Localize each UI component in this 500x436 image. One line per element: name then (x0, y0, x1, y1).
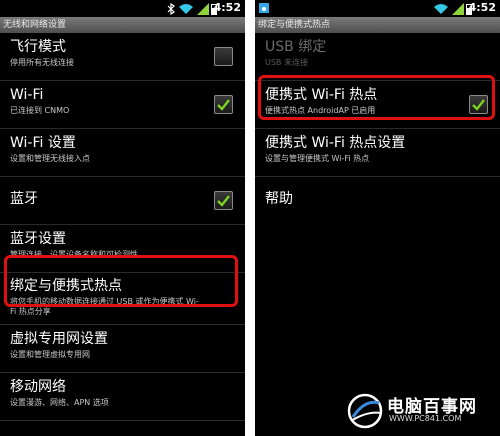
watermark: 电脑百事网 WWW.PC841.COM (345, 391, 495, 431)
wifi-icon (434, 4, 448, 14)
list-item-bluetooth-settings[interactable]: 蓝牙设置 管理连接、设置设备名称和可检测性 (0, 225, 245, 273)
settings-list: USB 绑定 USB 未连接 便携式 Wi-Fi 热点 便携式热点 Androi… (255, 33, 500, 225)
list-item-portable-hotspot[interactable]: 便携式 Wi-Fi 热点 便携式热点 AndroidAP 已启用 (255, 81, 500, 129)
settings-list: 飞行模式 停用所有无线连接 Wi-Fi 已连接到 CNMO Wi-Fi 设置 设… (0, 33, 245, 421)
list-item-usb-tethering: USB 绑定 USB 未连接 (255, 33, 500, 81)
page-title: 无线和网络设置 (0, 17, 245, 33)
item-title: 绑定与便携式热点 (10, 278, 122, 294)
status-bar: 4:52 (255, 0, 500, 17)
item-title: 蓝牙 (10, 191, 38, 207)
wifi-checkbox[interactable] (214, 95, 233, 114)
item-summary: 管理连接、设置设备名称和可检测性 (10, 250, 138, 259)
list-item-airplane-mode[interactable]: 飞行模式 停用所有无线连接 (0, 33, 245, 81)
item-title: Wi-Fi (10, 87, 44, 103)
list-item-hotspot-settings[interactable]: 便携式 Wi-Fi 热点设置 设置与管理便携式 Wi-Fi 热点 (255, 129, 500, 177)
signal-icon (197, 3, 209, 15)
bluetooth-checkbox[interactable] (214, 191, 233, 210)
watermark-logo-icon (347, 393, 383, 429)
page-title: 绑定与便携式热点 (255, 17, 500, 33)
usb-hotspot-icon (259, 3, 269, 13)
item-title: 移动网络 (10, 379, 66, 395)
item-title: USB 绑定 (265, 39, 327, 55)
wifi-icon (179, 4, 193, 14)
list-item-wifi[interactable]: Wi-Fi 已连接到 CNMO (0, 81, 245, 129)
status-bar: 4:52 (0, 0, 245, 17)
status-time: 4:52 (213, 1, 241, 14)
item-summary: 将您手机的移动数据连接通过 USB 或作为便携式 Wi-Fi 热点分享 (10, 297, 199, 316)
status-time: 4:52 (468, 1, 496, 14)
right-screen: 4:52 绑定与便携式热点 USB 绑定 USB 未连接 便携式 Wi-Fi 热… (255, 0, 500, 436)
item-title: 便携式 Wi-Fi 热点 (265, 87, 378, 103)
bluetooth-icon (167, 3, 175, 15)
item-title: 虚拟专用网设置 (10, 331, 108, 347)
signal-icon (452, 3, 464, 15)
item-summary: 便携式热点 AndroidAP 已启用 (265, 106, 376, 115)
item-title: 帮助 (265, 191, 293, 207)
check-icon (472, 99, 485, 111)
item-summary: 设置漫游、网络、APN 选项 (10, 398, 109, 407)
list-item-wifi-settings[interactable]: Wi-Fi 设置 设置和管理无线接入点 (0, 129, 245, 177)
portable-hotspot-checkbox[interactable] (469, 95, 488, 114)
list-item-vpn-settings[interactable]: 虚拟专用网设置 设置和管理虚拟专用网 (0, 325, 245, 373)
item-title: 飞行模式 (10, 39, 66, 55)
item-summary: 已连接到 CNMO (10, 106, 70, 115)
item-summary: 设置和管理无线接入点 (10, 154, 90, 163)
airplane-mode-checkbox[interactable] (214, 47, 233, 66)
left-screen: 4:52 无线和网络设置 飞行模式 停用所有无线连接 Wi-Fi 已连接到 CN… (0, 0, 245, 436)
watermark-url: WWW.PC841.COM (389, 414, 462, 423)
item-summary: USB 未连接 (265, 58, 308, 67)
list-item-bluetooth[interactable]: 蓝牙 (0, 177, 245, 225)
check-icon (217, 99, 230, 111)
list-item-mobile-networks[interactable]: 移动网络 设置漫游、网络、APN 选项 (0, 373, 245, 421)
list-item-tethering-hotspot[interactable]: 绑定与便携式热点 将您手机的移动数据连接通过 USB 或作为便携式 Wi-Fi … (0, 273, 245, 325)
item-title: 便携式 Wi-Fi 热点设置 (265, 135, 406, 151)
item-summary: 设置与管理便携式 Wi-Fi 热点 (265, 154, 370, 163)
item-title: 蓝牙设置 (10, 231, 66, 247)
check-icon (217, 195, 230, 207)
item-title: Wi-Fi 设置 (10, 135, 76, 151)
list-item-help[interactable]: 帮助 (255, 177, 500, 225)
item-summary: 停用所有无线连接 (10, 58, 74, 67)
item-summary: 设置和管理虚拟专用网 (10, 350, 90, 359)
